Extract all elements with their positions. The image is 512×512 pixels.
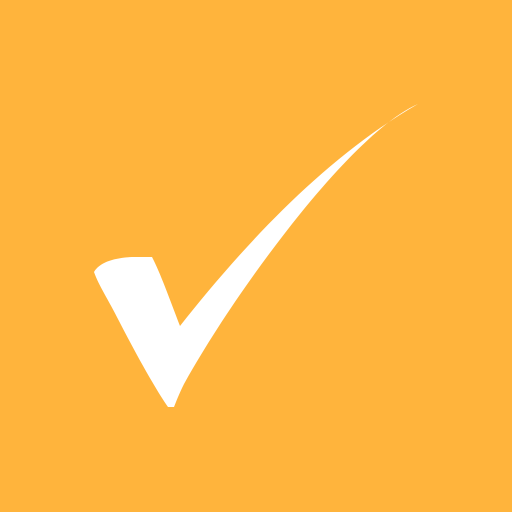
checkmark-icon [0,0,512,512]
app-icon [0,0,512,512]
